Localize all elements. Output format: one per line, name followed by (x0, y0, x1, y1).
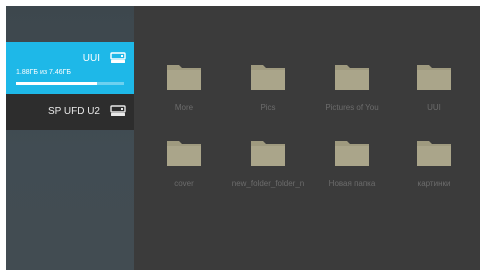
drive-usage-fill (16, 82, 97, 85)
folder-label: UUI (427, 103, 441, 112)
folder-item[interactable]: More (142, 61, 226, 121)
folder-item[interactable]: Pics (226, 61, 310, 121)
folder-item[interactable]: Новая папка (310, 137, 394, 197)
folder-label: Pictures of You (325, 103, 379, 112)
folder-label: картинки (417, 179, 451, 188)
folder-icon (417, 141, 451, 166)
file-browser-screen: UUI 1.88ГБ из 7.46ГБ SP UFD U2 More Pics… (6, 6, 480, 270)
folder-item[interactable]: UUI (392, 61, 476, 121)
folder-label: cover (174, 179, 194, 188)
folder-item[interactable]: cover (142, 137, 226, 197)
drive-item-sp-ufd-u2[interactable]: SP UFD U2 (6, 94, 134, 130)
drive-usage-bar (16, 82, 124, 85)
drive-name: UUI (82, 53, 100, 64)
drive-sidebar: UUI 1.88ГБ из 7.46ГБ SP UFD U2 (6, 6, 134, 270)
folder-icon (335, 141, 369, 166)
folder-item[interactable]: Pictures of You (310, 61, 394, 121)
folder-label: new_folder_folder_n (231, 179, 305, 188)
drive-icon (110, 52, 126, 63)
folder-label: Новая папка (328, 179, 376, 188)
folder-grid: More Pics Pictures of You UUI cover new_… (134, 6, 480, 270)
drive-usage-text: 1.88ГБ из 7.46ГБ (16, 69, 72, 76)
drive-name: SP UFD U2 (47, 106, 100, 117)
folder-icon (417, 65, 451, 90)
folder-label: Pics (260, 103, 276, 112)
folder-item[interactable]: картинки (392, 137, 476, 197)
drive-item-uui[interactable]: UUI 1.88ГБ из 7.46ГБ (6, 42, 134, 94)
folder-icon (167, 65, 201, 90)
folder-item[interactable]: new_folder_folder_n (226, 137, 310, 197)
folder-icon (335, 65, 369, 90)
folder-icon (167, 141, 201, 166)
folder-icon (251, 141, 285, 166)
folder-icon (251, 65, 285, 90)
folder-label: More (174, 103, 194, 112)
drive-icon (110, 105, 126, 116)
